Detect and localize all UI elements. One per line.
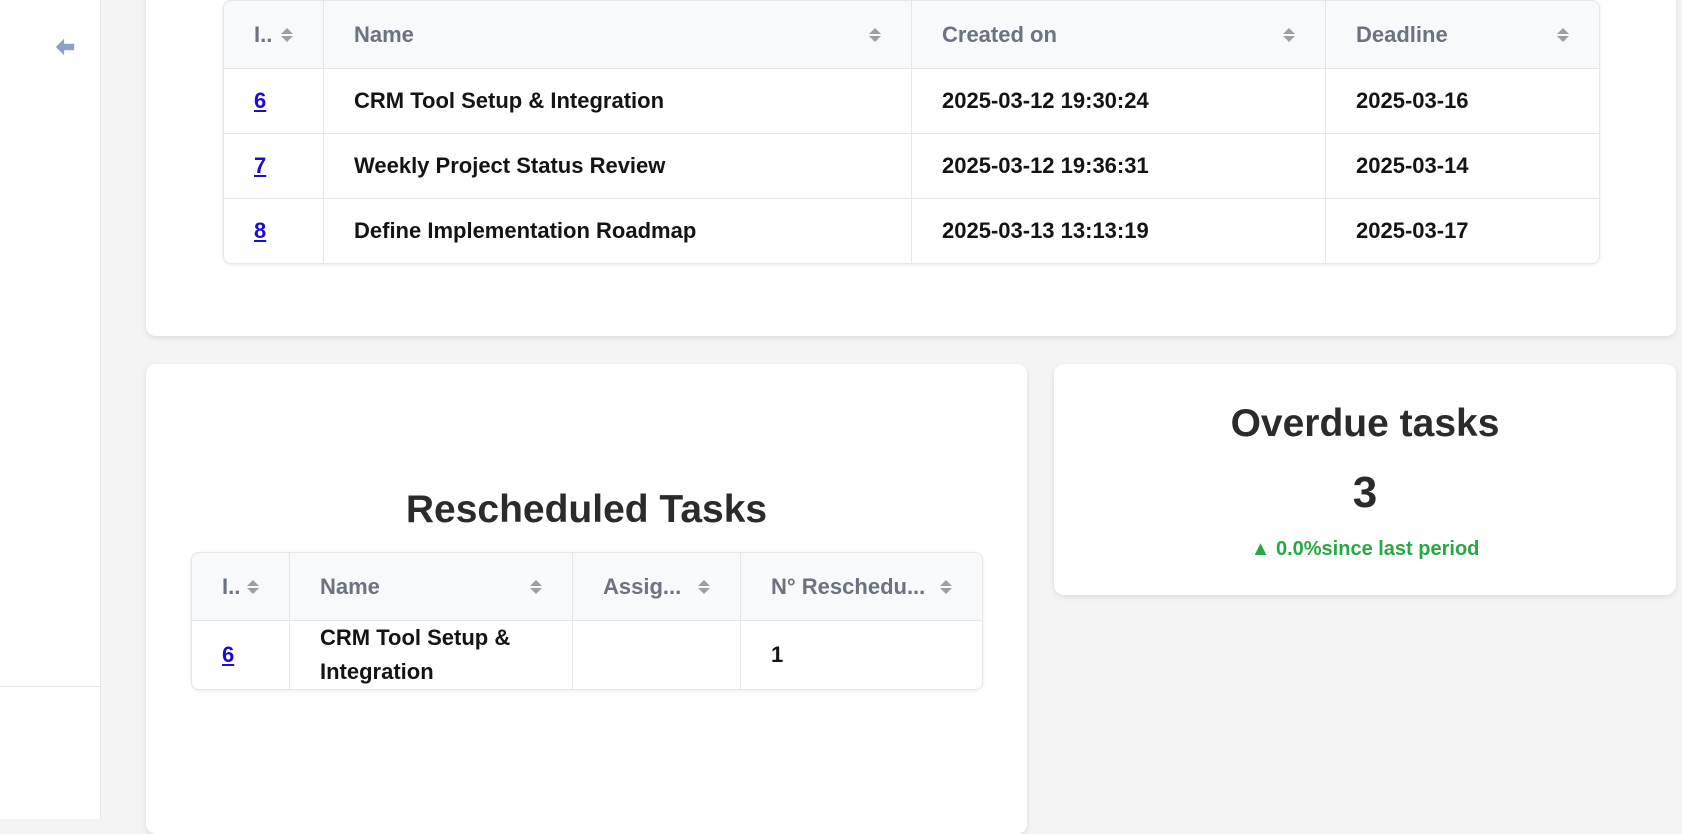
rescheduled-title: Rescheduled Tasks xyxy=(405,488,768,531)
overdue-change-text: 0.0%since last period xyxy=(1275,538,1480,560)
column-header-label: Assig... xyxy=(603,573,682,599)
sort-icon[interactable] xyxy=(869,27,881,42)
overdue-value: 3 xyxy=(1352,468,1378,517)
cell-id: 6 xyxy=(192,621,290,689)
tasks-table: I.. Name Created on Deadline 6 CRM Tool … xyxy=(223,0,1600,264)
column-header-label: N° Reschedu... xyxy=(771,573,926,599)
column-header-deadline[interactable]: Deadline xyxy=(1326,1,1599,69)
cell-assignee xyxy=(573,621,741,689)
tasks-card: I.. Name Created on Deadline 6 CRM Tool … xyxy=(146,0,1676,336)
task-id-link[interactable]: 6 xyxy=(222,642,234,667)
sidebar xyxy=(0,0,101,819)
column-header-id[interactable]: I.. xyxy=(192,553,290,621)
sort-icon[interactable] xyxy=(1557,27,1569,42)
cell-name: CRM Tool Setup & Integration xyxy=(290,621,573,689)
overdue-card: Overdue tasks 3 ▲ 0.0%since last period xyxy=(1054,364,1676,595)
column-header-label: Created on xyxy=(942,21,1057,47)
column-header-reschedule-count[interactable]: N° Reschedu... xyxy=(741,553,982,621)
cell-name: Weekly Project Status Review xyxy=(324,134,912,199)
cell-id: 8 xyxy=(224,199,324,263)
cell-name: Define Implementation Roadmap xyxy=(324,199,912,263)
cell-id: 6 xyxy=(224,69,324,134)
sort-icon[interactable] xyxy=(698,579,710,594)
back-button[interactable] xyxy=(52,34,78,60)
column-header-label: I.. xyxy=(254,21,273,47)
cell-reschedule-count: 1 xyxy=(771,642,784,667)
table-header-row: I.. Name Assig... N° Reschedu... xyxy=(192,553,982,621)
column-header-label: Name xyxy=(320,573,380,599)
trend-up-icon: ▲ xyxy=(1250,538,1271,560)
rescheduled-table: I.. Name Assig... N° Reschedu... 6 CRM T… xyxy=(191,552,983,690)
column-header-name[interactable]: Name xyxy=(290,553,573,621)
table-row: 6 CRM Tool Setup & Integration 2025-03-1… xyxy=(224,69,1599,134)
cell-id: 7 xyxy=(224,134,324,199)
overdue-change: ▲ 0.0%since last period xyxy=(1054,538,1676,561)
rescheduled-card: Rescheduled Tasks I.. Name Assig... N° R… xyxy=(146,364,1027,834)
table-header-row: I.. Name Created on Deadline xyxy=(224,1,1599,69)
sort-icon[interactable] xyxy=(940,579,952,594)
task-id-link[interactable]: 6 xyxy=(254,88,266,113)
cell-deadline: 2025-03-16 xyxy=(1326,69,1599,134)
sort-icon[interactable] xyxy=(281,27,293,42)
sidebar-divider xyxy=(0,686,100,687)
sort-icon[interactable] xyxy=(1283,27,1295,42)
column-header-label: Name xyxy=(354,21,414,47)
task-id-link[interactable]: 7 xyxy=(254,153,266,178)
table-row: 8 Define Implementation Roadmap 2025-03-… xyxy=(224,199,1599,263)
column-header-assignee[interactable]: Assig... xyxy=(573,553,741,621)
cell-deadline: 2025-03-14 xyxy=(1326,134,1599,199)
column-header-label: I.. xyxy=(222,573,241,599)
column-header-id[interactable]: I.. xyxy=(224,1,324,69)
sort-icon[interactable] xyxy=(530,579,542,594)
cell-name: CRM Tool Setup & Integration xyxy=(324,69,912,134)
table-row: 6 CRM Tool Setup & Integration 1 xyxy=(192,621,982,689)
sort-icon[interactable] xyxy=(247,579,259,594)
cell-created-on: 2025-03-13 13:13:19 xyxy=(912,199,1326,263)
cell-deadline: 2025-03-17 xyxy=(1356,218,1469,243)
column-header-created-on[interactable]: Created on xyxy=(912,1,1326,69)
column-header-label: Deadline xyxy=(1356,21,1448,47)
arrow-left-icon xyxy=(55,38,75,56)
cell-created-on: 2025-03-12 19:36:31 xyxy=(912,134,1326,199)
column-header-name[interactable]: Name xyxy=(324,1,912,69)
task-id-link[interactable]: 8 xyxy=(254,218,266,243)
cell-created-on: 2025-03-12 19:30:24 xyxy=(912,69,1326,134)
overdue-title: Overdue tasks xyxy=(1230,402,1500,445)
table-row: 7 Weekly Project Status Review 2025-03-1… xyxy=(224,134,1599,199)
